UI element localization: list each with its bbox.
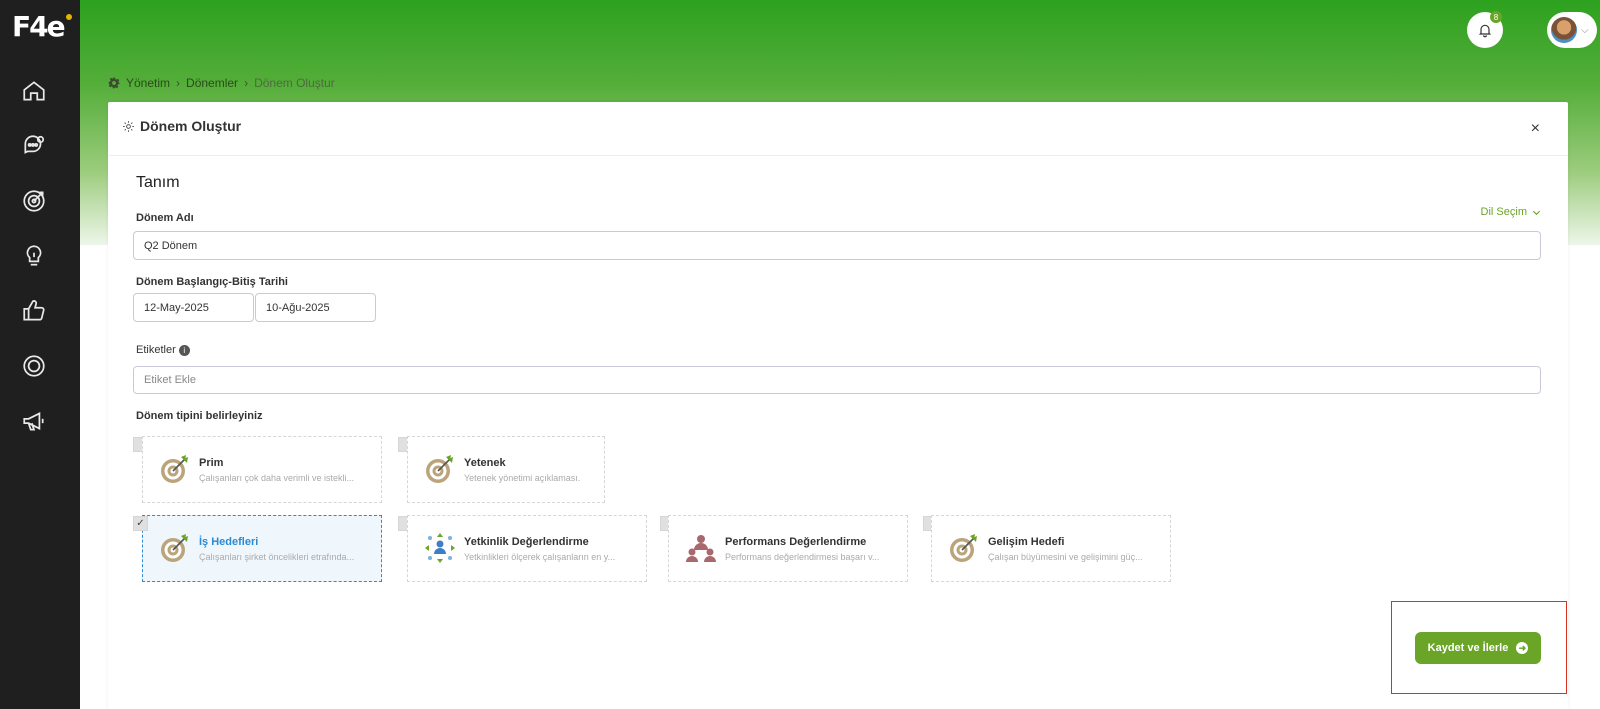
chevron-right-icon: › bbox=[176, 76, 181, 90]
save-button-label: Kaydet ve İlerle bbox=[1427, 642, 1509, 654]
tile-title: Yetkinlik Değerlendirme bbox=[464, 536, 589, 548]
type-tile-performans[interactable]: Performans Değerlendirme Performans değe… bbox=[668, 515, 908, 582]
team-icon bbox=[686, 535, 716, 562]
tags-label: Etiketler i bbox=[136, 344, 190, 356]
home-icon[interactable] bbox=[20, 77, 48, 105]
gear-icon bbox=[123, 120, 134, 132]
target-arrow-icon bbox=[161, 455, 188, 483]
target-arrow-icon bbox=[426, 455, 453, 483]
end-date-input[interactable]: 10-Ağu-2025 bbox=[255, 293, 376, 322]
logo-text: F4e bbox=[12, 10, 66, 43]
avatar bbox=[1551, 17, 1577, 43]
chevron-right-icon: › bbox=[244, 76, 249, 90]
thumbs-up-icon[interactable] bbox=[20, 297, 48, 325]
tile-description: Çalışanları şirket öncelikleri etrafında… bbox=[199, 552, 355, 562]
date-range-label: Dönem Başlangıç-Bitiş Tarihi bbox=[136, 276, 288, 288]
language-select-label: Dil Seçim bbox=[1480, 206, 1527, 218]
card-title-text: Dönem Oluştur bbox=[140, 118, 242, 134]
type-tile-yetenek[interactable]: Yetenek Yetenek yönetimi açıklaması. bbox=[407, 436, 605, 503]
breadcrumb-item-donemler[interactable]: Dönemler bbox=[186, 76, 238, 90]
tile-description: Yetenek yönetimi açıklaması. bbox=[464, 473, 581, 483]
card-header: Dönem Oluştur × bbox=[108, 102, 1568, 156]
breadcrumb-item-current: Dönem Oluştur bbox=[254, 76, 335, 90]
breadcrumb-item-yonetim[interactable]: Yönetim bbox=[126, 76, 170, 90]
people-network-icon bbox=[425, 533, 455, 563]
target-arrow-icon bbox=[950, 534, 977, 562]
tags-label-text: Etiketler bbox=[136, 344, 176, 356]
notification-badge: 8 bbox=[1490, 11, 1502, 23]
user-menu[interactable]: ⌵ bbox=[1547, 12, 1597, 48]
tile-title: Prim bbox=[199, 457, 224, 469]
arrow-right-icon: ➜ bbox=[1516, 642, 1529, 654]
gear-icon bbox=[108, 77, 120, 89]
tile-description: Çalışanları çok daha verimli ve istekli.… bbox=[199, 473, 355, 483]
tile-title: Performans Değerlendirme bbox=[725, 536, 867, 548]
save-and-continue-button[interactable]: Kaydet ve İlerle ➜ bbox=[1415, 632, 1541, 664]
type-tile-prim[interactable]: Prim Çalışanları çok daha verimli ve ist… bbox=[142, 436, 382, 503]
type-tile-is-hedefleri[interactable]: İş Hedefleri Çalışanları şirket öncelikl… bbox=[142, 515, 382, 582]
tile-title: Gelişim Hedefi bbox=[988, 536, 1065, 548]
breadcrumb: Yönetim › Dönemler › Dönem Oluştur bbox=[108, 76, 335, 90]
close-icon[interactable]: × bbox=[1531, 120, 1540, 138]
language-select[interactable]: Dil Seçim bbox=[1481, 206, 1542, 218]
section-title: Tanım bbox=[136, 174, 180, 191]
type-tile-gelisim[interactable]: Gelişim Hedefi Çalışan büyümesini ve gel… bbox=[931, 515, 1171, 582]
period-type-label: Dönem tipini belirleyiniz bbox=[136, 410, 263, 422]
tile-title: İş Hedefleri bbox=[199, 536, 259, 548]
chevron-down-icon bbox=[1532, 210, 1541, 215]
start-date-input[interactable]: 12-May-2025 bbox=[133, 293, 254, 322]
circle-ring-icon[interactable] bbox=[20, 352, 48, 380]
period-name-label: Dönem Adı bbox=[136, 212, 194, 224]
info-icon[interactable]: i bbox=[178, 344, 190, 356]
bell-icon bbox=[1478, 24, 1492, 38]
tile-description: Çalışan büyümesini ve gelişimini güç... bbox=[988, 552, 1143, 562]
card-title: Dönem Oluştur bbox=[122, 118, 241, 134]
sidebar: F4e bbox=[0, 0, 80, 709]
tags-input[interactable]: Etiket Ekle bbox=[133, 366, 1541, 394]
tile-title: Yetenek bbox=[464, 457, 506, 469]
tile-description: Yetkinlikleri ölçerek çalışanların en y.… bbox=[464, 552, 616, 562]
lightbulb-icon[interactable] bbox=[20, 242, 48, 270]
period-name-input[interactable]: Q2 Dönem bbox=[133, 231, 1541, 260]
target-arrow-icon bbox=[161, 534, 188, 562]
chat-gear-icon[interactable] bbox=[20, 132, 48, 160]
create-period-card: Dönem Oluştur × Tanım Dönem Adı Dil Seçi… bbox=[108, 102, 1568, 709]
target-icon[interactable] bbox=[20, 187, 48, 215]
app-logo[interactable]: F4e bbox=[12, 10, 72, 43]
notification-button[interactable]: 8 bbox=[1467, 11, 1503, 48]
chevron-down-icon: ⌵ bbox=[1581, 24, 1589, 36]
checkbox-is-hedefleri[interactable]: ✓ bbox=[133, 516, 148, 531]
type-tile-yetkinlik[interactable]: Yetkinlik Değerlendirme Yetkinlikleri öl… bbox=[407, 515, 647, 582]
megaphone-icon[interactable] bbox=[20, 407, 48, 435]
tile-description: Performans değerlendirmesi başarı v... bbox=[725, 552, 880, 562]
